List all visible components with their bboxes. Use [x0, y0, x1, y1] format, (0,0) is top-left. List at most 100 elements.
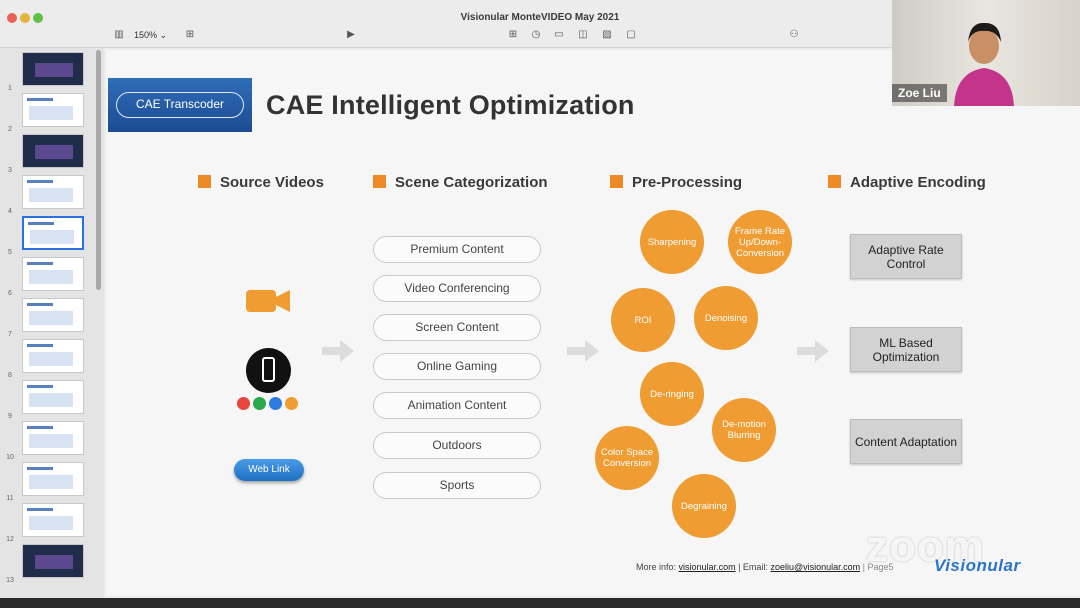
sidebar-toggle-icon[interactable]: ▥: [112, 29, 126, 41]
preprocess-denoising: Denoising: [694, 286, 758, 350]
webcam-tile: Zoe Liu: [892, 0, 1080, 106]
participant-name: Zoe Liu: [892, 84, 947, 102]
slide-thumbnail-10[interactable]: 10: [0, 421, 100, 461]
slide-thumbnail-11[interactable]: 11: [0, 462, 100, 502]
arrow-right-icon: [322, 340, 354, 362]
preprocess-sharpening: Sharpening: [640, 210, 704, 274]
arrow-right-icon: [797, 340, 829, 362]
slide-preview: [22, 93, 84, 127]
slide-preview: [22, 339, 84, 373]
preprocess-degraining: Degraining: [672, 474, 736, 538]
column-scene-categorization: Scene Categorization: [373, 174, 548, 191]
slide-number: 11: [6, 495, 14, 502]
slide-thumbnail-12[interactable]: 12: [0, 503, 100, 543]
collaborate-icon[interactable]: ⚇: [787, 29, 801, 41]
zoom-value: 150%: [134, 30, 158, 40]
slide-canvas: CAE Transcoder CAE Intelligent Optimizat…: [106, 50, 1080, 596]
play-icon[interactable]: ▶: [344, 29, 358, 41]
column-source-videos: Source Videos: [198, 174, 324, 191]
slide-number: 13: [6, 577, 14, 584]
slide-preview: [22, 134, 84, 168]
slide-thumbnail-5[interactable]: 5: [0, 216, 100, 256]
scene-pill: Premium Content: [373, 236, 541, 263]
column-pre-processing: Pre-Processing: [610, 174, 742, 191]
section-tag: CAE Transcoder: [108, 78, 252, 132]
slide-thumbnail-3[interactable]: 3: [0, 134, 100, 174]
bullet-square-icon: [610, 175, 623, 188]
adaptive-rate-control-box: Adaptive Rate Control: [850, 234, 962, 279]
slide-preview: [22, 462, 84, 496]
chart-icon[interactable]: ◷: [529, 29, 543, 41]
ml-optimization-box: ML Based Optimization: [850, 327, 962, 372]
preprocess-frame-rate: Frame Rate Up/Down-Conversion: [728, 210, 792, 274]
comment-icon[interactable]: ▢: [624, 29, 638, 41]
shape-icon[interactable]: ◫: [576, 29, 590, 41]
column-adaptive-encoding: Adaptive Encoding: [828, 174, 986, 191]
slide-preview: [22, 503, 84, 537]
slide-thumbnail-4[interactable]: 4: [0, 175, 100, 215]
smartphone-icon: [246, 348, 291, 393]
participant-video: [954, 22, 1014, 106]
app-icon: [253, 397, 266, 410]
preprocess-color-space: Color Space Conversion: [595, 426, 659, 490]
add-slide-icon[interactable]: ⊞: [183, 29, 197, 41]
app-icon: [237, 397, 250, 410]
scene-pill: Online Gaming: [373, 353, 541, 380]
slide-number: 4: [8, 208, 12, 215]
slide-thumbnail-2[interactable]: 2: [0, 93, 100, 133]
table-icon[interactable]: ⊞: [506, 29, 520, 41]
slide-thumbnail-7[interactable]: 7: [0, 298, 100, 338]
scene-pill: Outdoors: [373, 432, 541, 459]
media-icon[interactable]: ▨: [600, 29, 614, 41]
section-tag-label: CAE Transcoder: [116, 92, 244, 118]
slide-number: 8: [8, 372, 12, 379]
slide-number: 7: [8, 331, 12, 338]
slide-preview: [22, 380, 84, 414]
bullet-square-icon: [198, 175, 211, 188]
footer-email-link[interactable]: zoeliu@visionular.com: [770, 562, 860, 572]
slide-preview: [22, 216, 84, 250]
slide-footer: More info: visionular.com | Email: zoeli…: [636, 562, 894, 572]
slide-number: 5: [8, 249, 12, 256]
scene-pill: Video Conferencing: [373, 275, 541, 302]
slide-thumbnail-13[interactable]: 13: [0, 544, 100, 584]
slide-preview: [22, 52, 84, 86]
slide-number: 12: [6, 536, 14, 543]
slide-number: 3: [8, 167, 12, 174]
text-icon[interactable]: ▭: [552, 29, 566, 41]
slide-preview: [22, 175, 84, 209]
page-label: Page5: [867, 562, 894, 572]
bottom-bar: [0, 598, 1080, 608]
slide-preview: [22, 298, 84, 332]
arrow-right-icon: [567, 340, 599, 362]
video-camera-icon: [246, 290, 290, 312]
slide-thumbnail-1[interactable]: 1: [0, 52, 100, 92]
slide-number: 6: [8, 290, 12, 297]
app-icon: [285, 397, 298, 410]
slide-number: 10: [6, 454, 14, 461]
slide-preview: [22, 257, 84, 291]
slide-thumbnail-8[interactable]: 8: [0, 339, 100, 379]
slide-preview: [22, 544, 84, 578]
bullet-square-icon: [828, 175, 841, 188]
slide-thumbnail-9[interactable]: 9: [0, 380, 100, 420]
footer-site-link[interactable]: visionular.com: [679, 562, 736, 572]
scene-pill: Sports: [373, 472, 541, 499]
slide-thumbnail-6[interactable]: 6: [0, 257, 100, 297]
brand-logo: Visionular: [934, 556, 1021, 575]
presentation-window: Visionular MonteVIDEO May 2021 ▥ 150% ⌄ …: [0, 0, 1080, 608]
preprocess-roi: ROI: [611, 288, 675, 352]
content-adaptation-box: Content Adaptation: [850, 419, 962, 464]
bullet-square-icon: [373, 175, 386, 188]
slide-preview: [22, 421, 84, 455]
slide-number: 9: [8, 413, 12, 420]
slide-number: 1: [8, 85, 12, 92]
slide-title: CAE Intelligent Optimization: [266, 90, 635, 120]
web-link-button[interactable]: Web Link: [234, 459, 304, 481]
slide-navigator: 1 2 3 4 5 6 7 8 9 10 11 12 13: [0, 48, 104, 600]
preprocess-deringing: De-ringing: [640, 362, 704, 426]
preprocess-demotion-blurring: De-motion Blurring: [712, 398, 776, 462]
slide-number: 2: [8, 126, 12, 133]
app-icon: [269, 397, 282, 410]
zoom-select[interactable]: 150% ⌄: [134, 30, 167, 41]
